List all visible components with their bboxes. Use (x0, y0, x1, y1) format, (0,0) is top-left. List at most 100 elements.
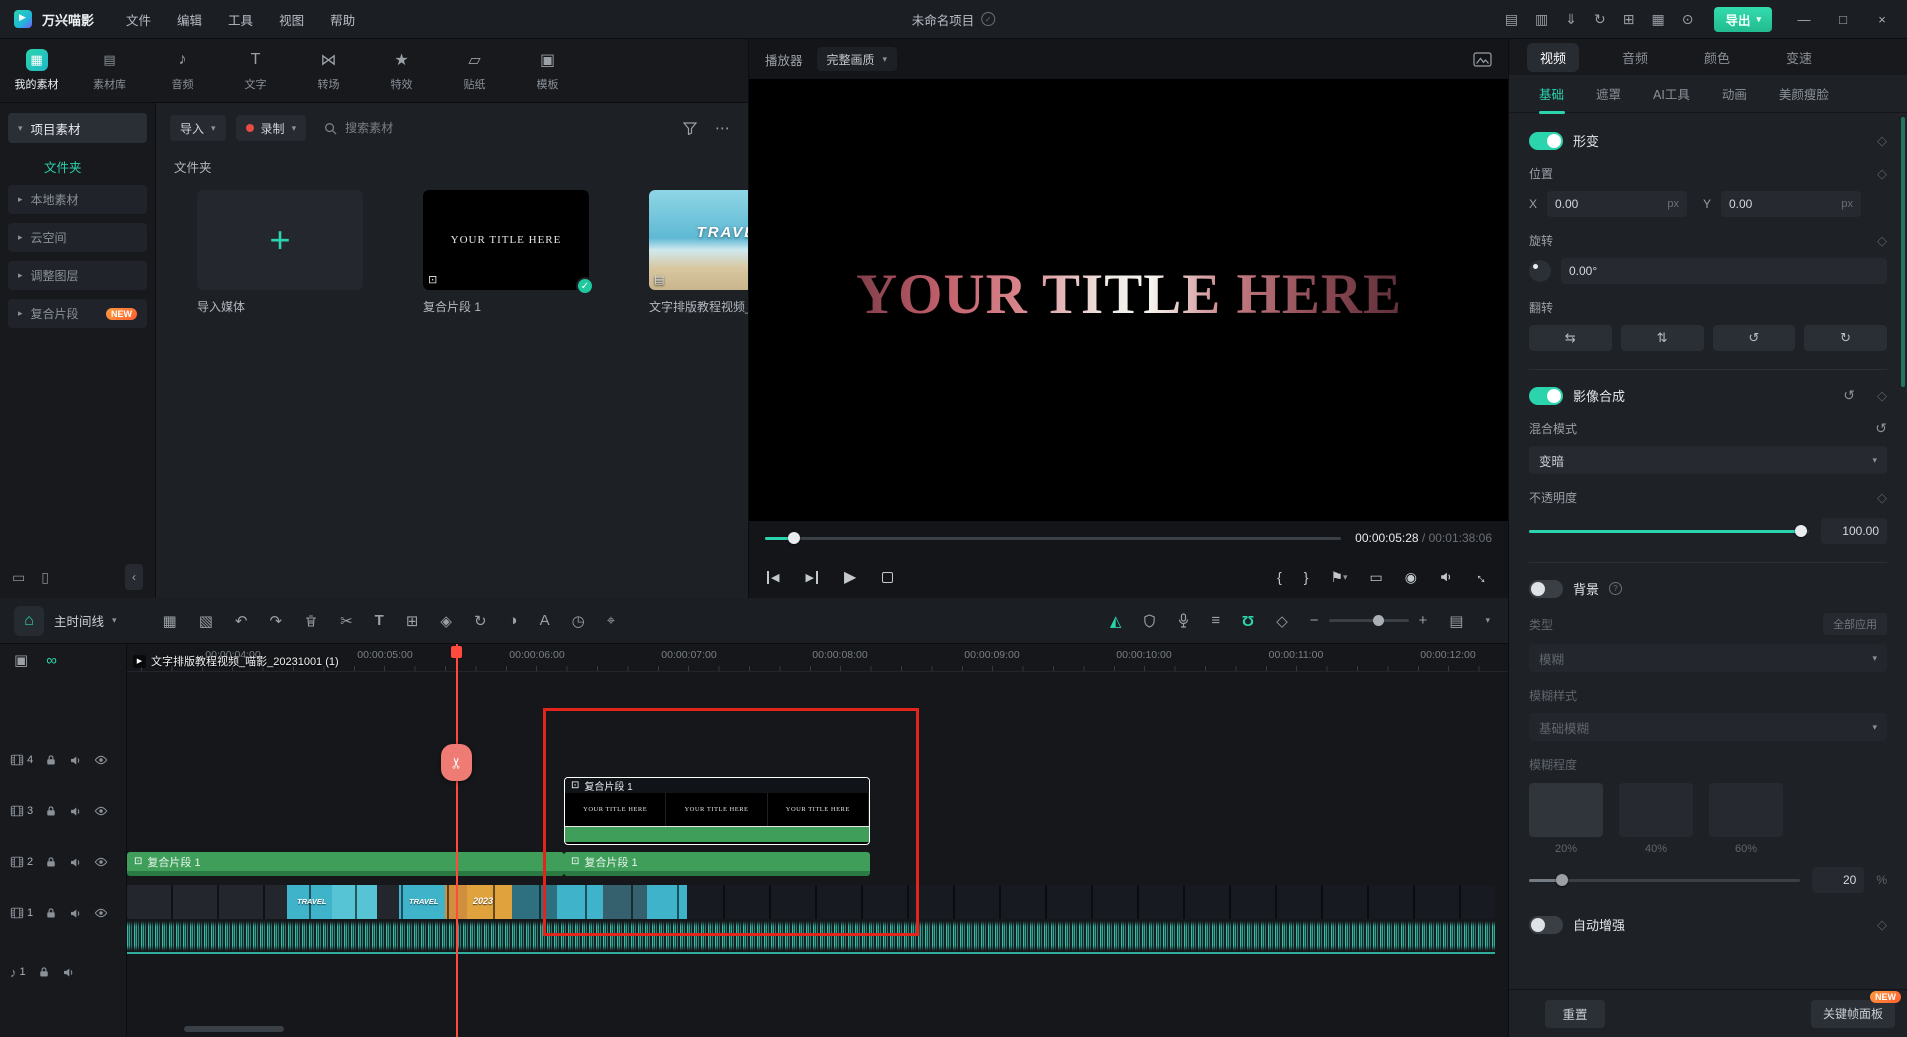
minimize-button[interactable]: — (1793, 12, 1815, 27)
tab-audio[interactable]: 音频 (1609, 43, 1661, 72)
opacity-slider[interactable] (1529, 530, 1809, 533)
main-timeline-dropdown[interactable]: 主时间线 ▾ (54, 611, 117, 630)
timeline-zoom-slider[interactable] (1329, 619, 1409, 622)
clip-video-thumbnails[interactable]: TRAVEL TRAVEL 2023 (127, 885, 1495, 919)
lock-icon[interactable] (45, 754, 57, 766)
menu-help[interactable]: 帮助 (330, 10, 355, 29)
render-preview-icon[interactable]: ◭ (1110, 612, 1122, 630)
background-toggle[interactable] (1529, 580, 1563, 598)
blur-swatch-20[interactable]: 20% (1529, 783, 1603, 855)
list-view-icon[interactable]: ▭ (12, 569, 25, 586)
blur-style-select[interactable]: 基础模糊 ▾ (1529, 713, 1887, 741)
menu-edit[interactable]: 编辑 (177, 10, 202, 29)
tab-text[interactable]: T 文字 (219, 49, 292, 92)
reset-icon[interactable]: ↺ (1875, 420, 1887, 437)
tab-stickers[interactable]: ▱ 贴纸 (438, 49, 511, 92)
collapse-sidebar-button[interactable]: ‹ (125, 564, 143, 590)
keyframe-diamond-icon[interactable]: ◇ (1877, 917, 1887, 933)
auto-enhance-toggle[interactable] (1529, 916, 1563, 934)
blur-swatch-60[interactable]: 60% (1709, 783, 1783, 855)
home-button[interactable]: ⌂ (14, 606, 44, 636)
playhead-line[interactable] (456, 644, 458, 1037)
layout-icon[interactable]: ▦ (163, 612, 177, 630)
clip-compound-b[interactable]: ⊡ 复合片段 1 (564, 852, 870, 876)
tab-effects[interactable]: ★ 特效 (365, 49, 438, 92)
transform-toggle[interactable] (1529, 132, 1563, 150)
speaker-icon[interactable] (1439, 570, 1453, 584)
account-icon[interactable]: ⊙ (1682, 11, 1694, 28)
flip-horizontal-button[interactable]: ⇆ (1529, 325, 1612, 351)
position-y-field[interactable]: px (1721, 191, 1861, 217)
audio-mixer-icon[interactable]: ≡ (1211, 612, 1220, 629)
timeline-lane[interactable]: 00:00:04:00 00:00:05:00 00:00:06:00 00:0… (127, 644, 1508, 1037)
opacity-field[interactable] (1821, 518, 1887, 544)
quick-split-mode-icon[interactable]: ▧ (199, 612, 213, 630)
subtab-basic[interactable]: 基础 (1539, 84, 1564, 103)
clip-compound-a[interactable]: ⊡ 复合片段 1 (127, 852, 564, 876)
zoom-in-icon[interactable]: + (1419, 612, 1428, 629)
auto-caption-icon[interactable]: A (540, 612, 550, 629)
menu-view[interactable]: 视图 (279, 10, 304, 29)
lock-icon[interactable] (38, 966, 50, 978)
tab-my-media[interactable]: ▦ 我的素材 (0, 49, 73, 92)
rotate-left-button[interactable]: ↺ (1713, 325, 1796, 351)
mark-in-icon[interactable]: { (1277, 569, 1282, 585)
clipboard-icon[interactable]: ▣ (14, 651, 28, 669)
apply-all-button[interactable]: 全部应用 (1823, 613, 1887, 635)
snap-magnet-icon[interactable]: Ω (1242, 612, 1254, 629)
voiceover-mic-icon[interactable] (1178, 613, 1189, 628)
keyframe-diamond-icon[interactable]: ◇ (1877, 233, 1887, 249)
delete-icon[interactable] (304, 614, 318, 628)
blur-swatch-40[interactable]: 40% (1619, 783, 1693, 855)
blur-degree-handle[interactable] (1556, 874, 1568, 886)
sidebar-item-project-media[interactable]: ▾ 项目素材 (8, 113, 147, 143)
plugins-icon[interactable]: ⊞ (1623, 11, 1635, 28)
grid-view-icon[interactable]: ▯ (41, 569, 49, 586)
sync-icon[interactable]: ↻ (1594, 11, 1606, 28)
snapshot-camera-icon[interactable]: ◉ (1405, 569, 1417, 586)
mute-icon[interactable] (69, 805, 82, 818)
audio-waveform[interactable] (127, 921, 1495, 951)
video-track-header-3[interactable]: 3 (10, 791, 108, 831)
keyframe-diamond-icon[interactable]: ◇ (1877, 388, 1887, 404)
lock-icon[interactable] (45, 805, 57, 817)
opacity-handle[interactable] (1795, 525, 1807, 537)
fit-focus-icon[interactable]: ⌖ (607, 612, 615, 629)
menu-file[interactable]: 文件 (126, 10, 151, 29)
playback-progress-slider[interactable] (765, 537, 1341, 540)
quality-dropdown[interactable]: 完整画质 ▾ (817, 47, 898, 71)
hide-track-icon[interactable] (94, 906, 108, 920)
keyframe-panel-button[interactable]: 关键帧面板 NEW (1811, 1000, 1895, 1028)
inspector-scrollbar[interactable] (1901, 117, 1905, 387)
audio-track-header-1[interactable]: ♪1 (10, 952, 75, 992)
zoom-handle[interactable] (1373, 615, 1384, 626)
sidebar-item-compound-clip[interactable]: ▸ 复合片段 NEW (8, 299, 147, 328)
marker-shield-icon[interactable] (1143, 614, 1156, 628)
maximize-button[interactable]: □ (1832, 12, 1854, 27)
compositing-toggle[interactable] (1529, 387, 1563, 405)
split-scissors-icon[interactable]: ✂ (340, 612, 353, 630)
speed-icon[interactable]: ↻ (474, 612, 487, 630)
tab-transitions[interactable]: ⋈ 转场 (292, 49, 365, 92)
search-input[interactable] (345, 121, 661, 135)
video-track-header-4[interactable]: 4 (10, 740, 108, 780)
subtab-animation[interactable]: 动画 (1722, 84, 1747, 103)
export-button[interactable]: 导出▾ (1714, 7, 1772, 32)
sidebar-item-local-media[interactable]: ▸ 本地素材 (8, 185, 147, 214)
filter-icon[interactable] (679, 122, 701, 135)
workspace-icon[interactable]: ▥ (1535, 11, 1548, 28)
video-track-header-1[interactable]: 1 (10, 893, 108, 933)
mute-icon[interactable] (69, 754, 82, 767)
dual-monitor-icon[interactable]: ▭ (1370, 569, 1383, 586)
sidebar-item-folder[interactable]: 文件夹 (44, 157, 155, 176)
track-manager-icon[interactable]: ▤ (1449, 612, 1463, 630)
previous-frame-button[interactable]: ◀ (767, 571, 779, 584)
rotate-right-button[interactable]: ↻ (1804, 325, 1887, 351)
compound-clip-icon[interactable]: ⊞ (406, 612, 419, 630)
tab-stock-library[interactable]: ▤ 素材库 (73, 49, 146, 92)
hide-track-icon[interactable] (94, 855, 108, 869)
reset-button[interactable]: 重置 (1545, 1000, 1605, 1028)
tab-color[interactable]: 颜色 (1691, 43, 1743, 72)
keyframe-diamond-icon[interactable]: ◇ (1877, 166, 1887, 182)
tab-audio[interactable]: ♪ 音频 (146, 49, 219, 92)
